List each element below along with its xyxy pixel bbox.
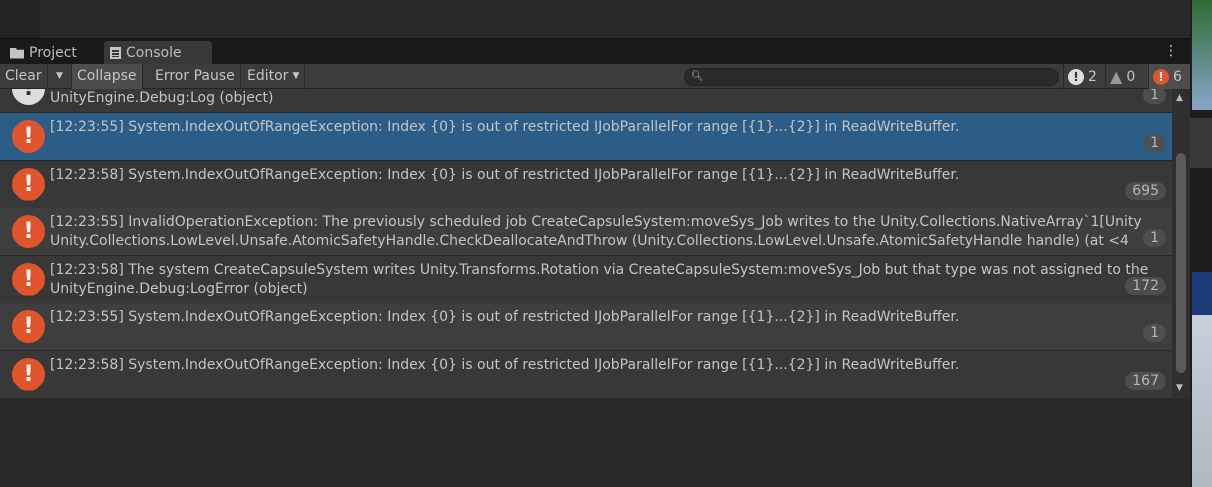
info-icon: ! [1068,68,1084,85]
tab-label: Console [126,45,182,61]
error-icon: ! [12,120,45,153]
error-count-toggle[interactable]: ! 6 [1148,64,1190,89]
editor-dropdown[interactable]: Editor ▼ [242,64,306,89]
error-icon: ! [1153,68,1169,85]
error-icon: ! [12,310,45,343]
tab-bar: Project Console ⋮ [0,38,1190,65]
game-tab[interactable] [1190,118,1212,168]
warning-count: 0 [1126,68,1136,85]
search-icon: 🔍︎ [691,71,704,82]
tab-console[interactable]: Console [104,41,212,65]
error-icon: ! [12,262,45,296]
error-count: 6 [1173,68,1182,85]
folder-icon [10,47,24,59]
log-text: [12:23:58] System.IndexOutOfRangeExcepti… [50,356,1172,375]
log-line-1: [12:23:58] System.IndexOutOfRangeExcepti… [50,356,960,373]
log-entry[interactable]: ! [12:23:58] System.IndexOutOfRangeExcep… [0,160,1172,208]
top-panel-left [0,0,40,38]
error-pause-toggle[interactable]: Error Pause [150,64,241,89]
chevron-down-icon: ▼ [56,71,63,81]
log-entry[interactable]: ! [12:23:55] InvalidOperationException: … [0,208,1172,255]
log-entry[interactable]: ! [12:23:58] The system CreateCapsuleSys… [0,255,1172,303]
warning-count-toggle[interactable]: ▲ 0 [1105,64,1139,89]
more-options-icon[interactable]: ⋮ [1164,43,1178,59]
count-badge: 1 [1143,324,1166,342]
error-icon: ! [12,357,45,391]
tab-label: Project [29,45,77,61]
count-badge: 1 [1143,89,1166,104]
log-text: UnityEngine.Debug:Log (object) [50,90,274,106]
search-input[interactable]: 🔍︎ [684,68,1059,86]
error-icon: ! [12,215,45,248]
count-badge: 1 [1143,134,1166,152]
warning-icon: ▲ [1110,67,1123,86]
log-entry[interactable]: ! [12:23:55] System.IndexOutOfRangeExcep… [0,303,1172,350]
log-line-1: [12:23:58] The system CreateCapsuleSyste… [50,261,1149,278]
log-entry[interactable]: ! UnityEngine.Debug:Log (object) 1 [0,89,1172,112]
error-icon: ! [12,167,45,201]
log-line-2: Unity.Collections.LowLevel.Unsafe.Atomic… [50,233,1129,249]
log-line-1: [12:23:55] InvalidOperationException: Th… [50,214,1142,230]
scroll-down-icon[interactable]: ▼ [1176,383,1183,393]
collapse-toggle[interactable]: Collapse [72,64,143,89]
clear-button[interactable]: Clear [0,64,48,89]
log-text: [12:23:58] System.IndexOutOfRangeExcepti… [50,166,1172,185]
log-count-toggle[interactable]: ! 2 [1063,64,1101,89]
chevron-down-icon: ▼ [292,71,300,81]
info-icon: ! [12,89,45,105]
scroll-up-icon[interactable]: ▲ [1176,93,1183,103]
clear-options-dropdown[interactable]: ▼ [51,64,72,89]
log-line-1: [12:23:58] System.IndexOutOfRangeExcepti… [50,166,960,183]
log-entry[interactable]: ! [12:23:58] System.IndexOutOfRangeExcep… [0,350,1172,398]
log-text: [12:23:55] System.IndexOutOfRangeExcepti… [50,118,1172,137]
console-icon [110,47,121,59]
scrollbar[interactable]: ▲ ▼ [1172,89,1190,399]
log-text: [12:23:58] The system CreateCapsuleSyste… [50,261,1172,299]
count-badge: 1 [1143,229,1166,247]
count-badge: 172 [1125,276,1166,295]
log-text: [12:23:55] InvalidOperationException: Th… [50,213,1172,251]
top-panel [0,0,1190,38]
scene-preview [1192,0,1212,110]
count-badge: 167 [1125,371,1166,390]
log-line-1: [12:23:55] System.IndexOutOfRangeExcepti… [50,119,960,135]
count-badge: 695 [1125,181,1166,200]
log-count: 2 [1088,68,1097,85]
scene-preview-lower [1192,272,1212,487]
log-line-2: UnityEngine.Debug:LogError (object) [50,280,308,297]
log-line-1: [12:23:55] System.IndexOutOfRangeExcepti… [50,309,960,325]
scrollbar-thumb[interactable] [1176,153,1186,373]
log-entry-selected[interactable]: ! [12:23:55] System.IndexOutOfRangeExcep… [0,113,1172,160]
tab-project[interactable]: Project [4,41,104,65]
log-text: [12:23:55] System.IndexOutOfRangeExcepti… [50,308,1172,327]
console-toolbar: Clear ▼ Collapse Error Pause Editor ▼ 🔍︎ … [0,64,1190,89]
scene-view-edge [1190,0,1212,487]
editor-label: Editor [247,68,289,84]
console-log-list: ! UnityEngine.Debug:Log (object) 1 ! [12… [0,89,1172,399]
